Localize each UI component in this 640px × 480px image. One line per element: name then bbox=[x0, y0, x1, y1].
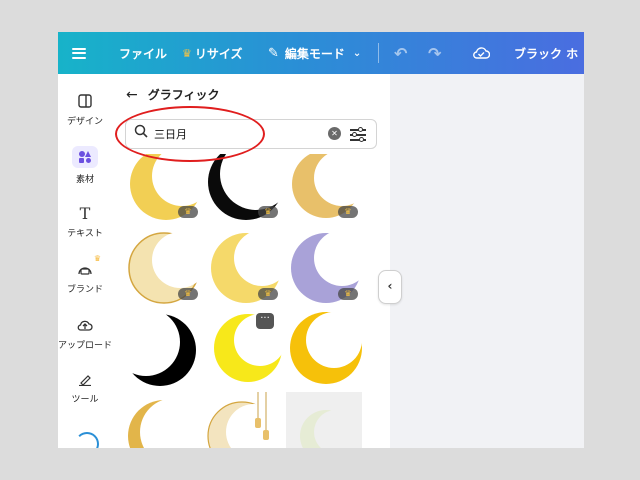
brand-icon: ♛ bbox=[77, 254, 101, 278]
rail-item-text[interactable]: T テキスト bbox=[58, 203, 112, 240]
rail-item-brand[interactable]: ♛ ブランド bbox=[58, 254, 112, 295]
text-icon: T bbox=[79, 203, 91, 223]
elements-panel: ← グラフィック ✕ ♛ bbox=[112, 74, 443, 448]
rail-label: ブランド bbox=[66, 285, 103, 295]
app-window: ファイル ♛ リサイズ ✎ 編集モード ⌄ ↶ ↷ ブラック ホ デザイン 素材… bbox=[58, 32, 584, 448]
rail-label: 素材 bbox=[75, 175, 94, 185]
crown-icon: ♛ bbox=[338, 288, 358, 300]
more-options-icon[interactable]: ··· bbox=[256, 313, 274, 329]
menu-button[interactable] bbox=[72, 32, 86, 74]
canvas-area[interactable] bbox=[390, 74, 584, 448]
resize-button[interactable]: ♛ リサイズ bbox=[182, 32, 243, 74]
graphics-grid: ♛ ♛ ♛ ♛ ♛ ♛ ··· bbox=[126, 154, 362, 448]
graphic-tile[interactable] bbox=[126, 310, 202, 388]
graphic-tile[interactable] bbox=[206, 392, 282, 448]
crown-icon: ♛ bbox=[338, 206, 358, 218]
panel-title: グラフィック bbox=[147, 88, 220, 102]
crown-icon: ♛ bbox=[93, 254, 101, 263]
crown-icon: ♛ bbox=[258, 288, 278, 300]
crown-icon: ♛ bbox=[178, 206, 198, 218]
undo-icon: ↶ bbox=[394, 43, 408, 63]
rail-item-elements[interactable]: 素材 bbox=[58, 146, 112, 185]
rail-item-design[interactable]: デザイン bbox=[58, 92, 112, 127]
graphic-tile[interactable]: ··· bbox=[206, 310, 282, 388]
graphic-tile[interactable] bbox=[126, 392, 202, 448]
graphic-tile[interactable]: ♛ bbox=[286, 154, 362, 224]
pencil-icon: ✎ bbox=[268, 45, 279, 61]
edit-mode-label: 編集モード bbox=[284, 46, 345, 61]
graphic-tile[interactable]: ♛ bbox=[206, 228, 282, 306]
clear-search-icon[interactable]: ✕ bbox=[328, 127, 341, 140]
moon-graphic bbox=[290, 312, 362, 384]
graphic-tile[interactable] bbox=[286, 310, 362, 388]
apps-icon[interactable] bbox=[75, 432, 99, 448]
collapse-panel-button[interactable]: ‹ bbox=[378, 270, 402, 304]
panel-header: ← グラフィック bbox=[126, 86, 220, 103]
crown-icon: ♛ bbox=[258, 206, 278, 218]
toolbar-divider bbox=[378, 43, 379, 63]
rail-label: テキスト bbox=[67, 229, 103, 239]
chevron-down-icon: ⌄ bbox=[352, 47, 362, 59]
layout-icon bbox=[78, 92, 92, 110]
redo-button[interactable]: ↷ bbox=[428, 32, 441, 74]
edit-mode-dropdown[interactable]: ✎ 編集モード ⌄ bbox=[268, 32, 361, 74]
hamburger-icon bbox=[72, 47, 86, 59]
annotation-circle bbox=[115, 106, 265, 162]
moon-graphic bbox=[128, 400, 200, 448]
crown-icon: ♛ bbox=[178, 288, 198, 300]
tools-icon bbox=[78, 370, 92, 388]
left-rail: デザイン 素材 T テキスト ♛ ブランド アップロード ツール bbox=[58, 74, 112, 448]
upload-icon bbox=[77, 316, 93, 334]
graphic-tile[interactable] bbox=[286, 392, 362, 448]
graphic-tile[interactable]: ♛ bbox=[206, 154, 282, 224]
cloud-check-icon bbox=[473, 47, 490, 59]
graphic-tile[interactable]: ♛ bbox=[126, 154, 202, 224]
redo-icon: ↷ bbox=[428, 43, 442, 63]
chevron-left-icon: ‹ bbox=[387, 279, 393, 293]
moon-graphic bbox=[207, 392, 277, 448]
crown-icon: ♛ bbox=[182, 46, 192, 60]
rail-label: アップロード bbox=[58, 341, 113, 351]
moon-graphic bbox=[300, 410, 352, 448]
elements-icon bbox=[72, 146, 98, 168]
back-arrow-icon[interactable]: ← bbox=[126, 87, 138, 103]
save-status-button[interactable] bbox=[472, 32, 490, 74]
resize-label: リサイズ bbox=[194, 46, 243, 61]
filter-icon[interactable] bbox=[348, 124, 368, 144]
file-menu-button[interactable]: ファイル bbox=[119, 32, 167, 74]
top-bar: ファイル ♛ リサイズ ✎ 編集モード ⌄ ↶ ↷ ブラック ホ bbox=[58, 32, 584, 74]
undo-button[interactable]: ↶ bbox=[394, 32, 407, 74]
design-title[interactable]: ブラック ホ bbox=[514, 32, 578, 74]
rail-label: ツール bbox=[71, 395, 99, 405]
graphic-tile[interactable]: ♛ bbox=[286, 228, 362, 306]
rail-label: デザイン bbox=[66, 117, 103, 127]
rail-item-tools[interactable]: ツール bbox=[58, 370, 112, 405]
rail-item-upload[interactable]: アップロード bbox=[58, 316, 112, 351]
moon-graphic bbox=[126, 314, 196, 386]
graphic-tile[interactable]: ♛ bbox=[126, 228, 202, 306]
